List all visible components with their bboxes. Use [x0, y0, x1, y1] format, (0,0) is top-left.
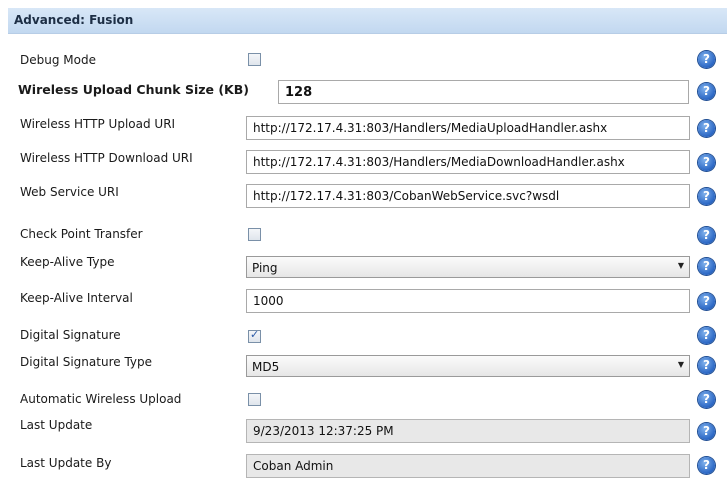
automatic-wireless-upload-label: Automatic Wireless Upload — [20, 392, 182, 406]
last-update-by-field: Coban Admin — [246, 454, 690, 478]
panel-title: Advanced: Fusion — [14, 13, 134, 27]
download-uri-label: Wireless HTTP Download URI — [20, 151, 193, 165]
digital-signature-type-label: Digital Signature Type — [20, 355, 152, 369]
download-uri-input[interactable]: http://172.17.4.31:803/Handlers/MediaDow… — [246, 150, 690, 174]
help-icon[interactable]: ? — [698, 327, 715, 344]
keep-alive-type-select[interactable]: Ping ▼ — [246, 256, 690, 278]
digital-signature-label: Digital Signature — [20, 328, 121, 342]
chunk-size-input[interactable]: 128 — [278, 80, 689, 104]
help-icon[interactable]: ? — [698, 188, 715, 205]
help-icon[interactable]: ? — [698, 227, 715, 244]
debug-mode-label: Debug Mode — [20, 53, 96, 67]
panel-header: Advanced: Fusion — [8, 8, 727, 34]
automatic-wireless-upload-checkbox[interactable] — [248, 393, 261, 406]
digital-signature-checkbox[interactable]: ✓ — [248, 328, 261, 343]
check-point-transfer-checkbox[interactable] — [248, 228, 261, 241]
help-icon[interactable]: ? — [698, 51, 715, 68]
last-update-by-label: Last Update By — [20, 456, 112, 470]
check-icon: ✓ — [250, 328, 260, 341]
help-icon[interactable]: ? — [698, 83, 715, 100]
upload-uri-input[interactable]: http://172.17.4.31:803/Handlers/MediaUpl… — [246, 116, 690, 140]
keep-alive-type-label: Keep-Alive Type — [20, 255, 115, 269]
keep-alive-interval-label: Keep-Alive Interval — [20, 291, 133, 305]
keep-alive-type-value: Ping — [252, 261, 278, 275]
upload-uri-label: Wireless HTTP Upload URI — [20, 117, 176, 131]
help-icon[interactable]: ? — [698, 120, 715, 137]
help-icon[interactable]: ? — [698, 423, 715, 440]
chevron-down-icon: ▼ — [677, 360, 684, 369]
check-point-transfer-label: Check Point Transfer — [20, 227, 143, 241]
chunk-size-label: Wireless Upload Chunk Size (KB) — [18, 82, 249, 97]
help-icon[interactable]: ? — [698, 391, 715, 408]
digital-signature-type-value: MD5 — [252, 360, 280, 374]
help-icon[interactable]: ? — [698, 357, 715, 374]
last-update-field: 9/23/2013 12:37:25 PM — [246, 419, 690, 443]
debug-mode-checkbox[interactable] — [248, 53, 261, 66]
web-service-uri-label: Web Service URI — [20, 185, 119, 199]
digital-signature-type-select[interactable]: MD5 ▼ — [246, 355, 690, 377]
last-update-label: Last Update — [20, 418, 93, 432]
chevron-down-icon: ▼ — [677, 261, 684, 270]
help-icon[interactable]: ? — [698, 457, 715, 474]
help-icon[interactable]: ? — [698, 258, 715, 275]
help-icon[interactable]: ? — [698, 293, 715, 310]
help-icon[interactable]: ? — [698, 154, 715, 171]
web-service-uri-input[interactable]: http://172.17.4.31:803/CobanWebService.s… — [246, 184, 690, 208]
keep-alive-interval-input[interactable]: 1000 — [246, 289, 690, 313]
